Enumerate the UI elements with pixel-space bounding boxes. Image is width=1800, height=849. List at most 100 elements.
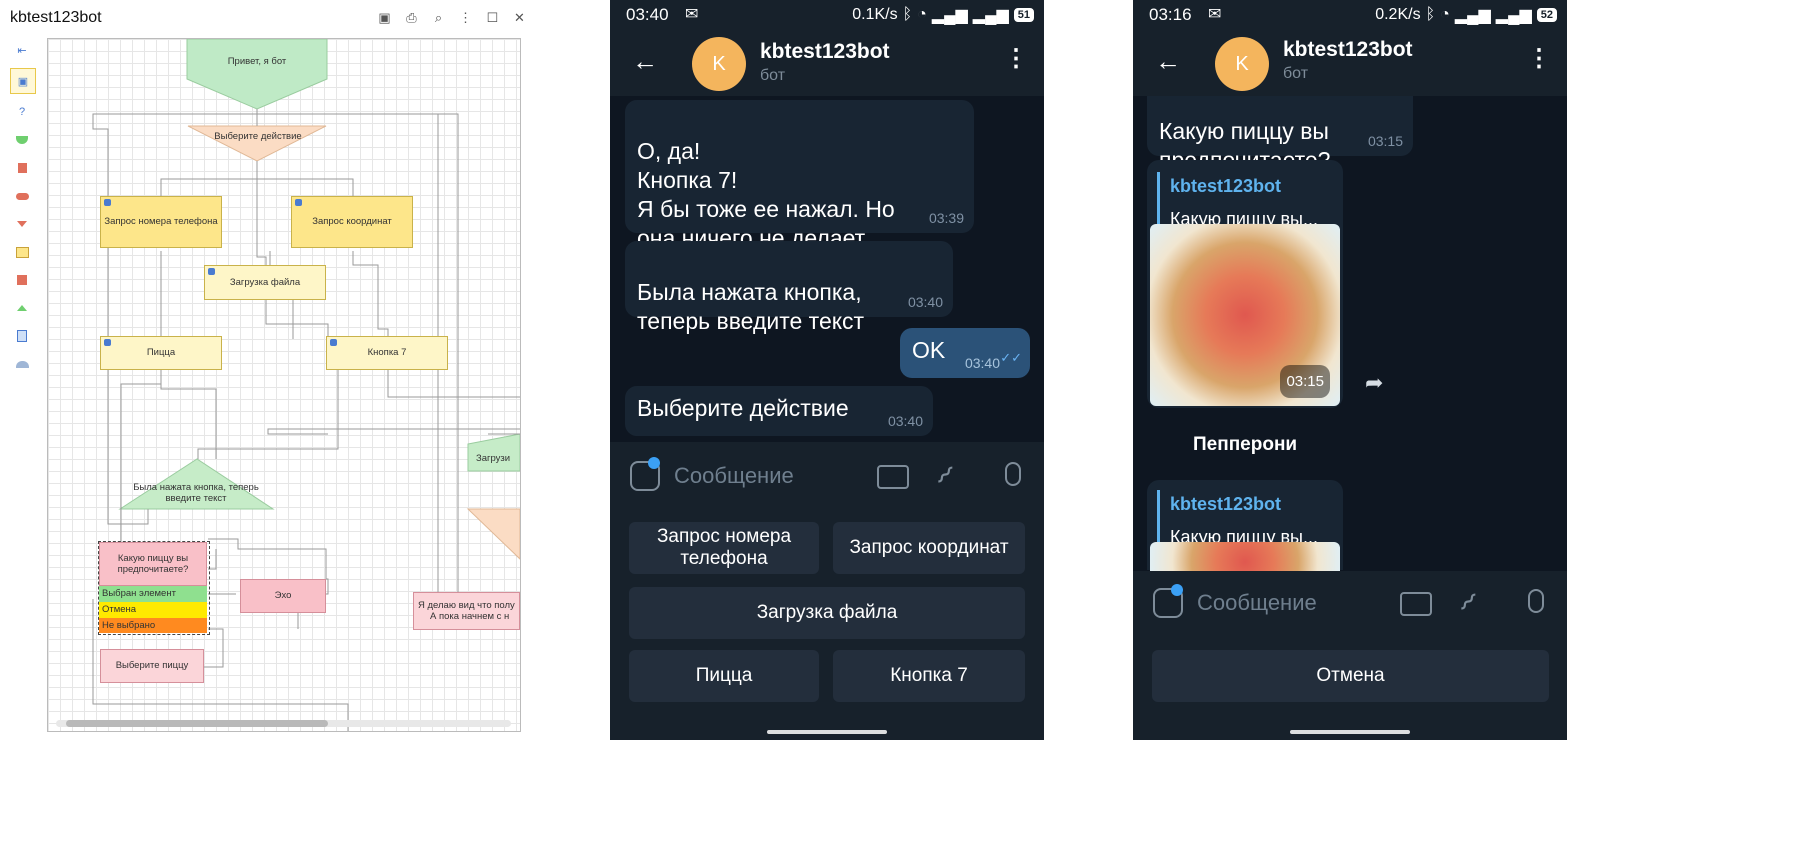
reply-quote-name: kbtest123bot <box>1170 494 1282 514</box>
diagram-canvas[interactable]: Привет, я бот Выберите действие Запрос н… <box>47 38 521 732</box>
node-coords-request-label: Запрос координат <box>312 216 392 228</box>
back-arrow-icon[interactable]: ← <box>1155 46 1181 77</box>
keyboard-icon[interactable] <box>877 465 909 489</box>
photo-message[interactable]: kbtest123bot Какую пиццу вы... 03:15 <box>1147 160 1343 408</box>
signal2-icon: ▂▄▆ <box>1495 7 1532 24</box>
more-icon[interactable]: ⋮ <box>457 9 474 26</box>
chat-name[interactable]: kbtest123bot <box>760 40 890 64</box>
kbd-button-cancel[interactable]: Отмена <box>1152 650 1549 702</box>
user-icon <box>295 199 302 206</box>
node-which-pizza: Какую пиццу вы предпочитаете? <box>99 542 207 586</box>
back-arrow-icon[interactable]: ← <box>632 46 658 77</box>
keyboard-icon[interactable] <box>1400 592 1432 616</box>
node-start[interactable]: Привет, я бот <box>187 47 327 77</box>
node-button7[interactable]: Кнопка 7 <box>326 336 448 370</box>
scrollbar-thumb[interactable] <box>66 720 328 727</box>
message-bubble[interactable]: Была нажата кнопка, теперь введите текст… <box>625 241 953 334</box>
bot-keyboard: Запрос номера телефона Запрос координат … <box>610 510 1044 720</box>
cloud-tool-icon[interactable] <box>10 354 34 374</box>
attach-icon[interactable]: ⌇ <box>929 460 960 491</box>
node-button7-label: Кнопка 7 <box>367 347 407 359</box>
photo-caption: Пепперони <box>1193 434 1298 455</box>
message-input[interactable]: Сообщение <box>1197 590 1317 616</box>
node-phone-request[interactable]: Запрос номера телефона <box>100 196 222 248</box>
bot-keyboard: Отмена <box>1133 637 1567 720</box>
kbd-button-pizza[interactable]: Пицца <box>629 650 819 702</box>
chat-subtitle: бот <box>760 67 786 84</box>
bluetooth-icon: ᛒ <box>902 6 913 23</box>
save-icon[interactable]: ▣ <box>376 9 393 26</box>
print-icon[interactable]: ⎙ <box>403 9 420 26</box>
help-icon[interactable]: ? <box>10 102 34 122</box>
message-time: 03:15 <box>1367 133 1403 149</box>
message-input-bar[interactable]: Сообщение ⌇ <box>610 444 1044 508</box>
message-text: О, да! Кнопка 7! Я бы тоже ее нажал. Но … <box>637 138 895 251</box>
node-upload-cut[interactable]: Загрузи <box>476 452 520 466</box>
option-cancel[interactable]: Отмена <box>99 602 207 618</box>
read-checks-icon: ✓✓ <box>1000 350 1022 365</box>
message-bubble[interactable]: О, да! Кнопка 7! Я бы тоже ее нажал. Но … <box>625 100 974 251</box>
message-input-bar[interactable]: Сообщение ⌇ <box>1133 571 1567 637</box>
mail-icon: ✉ <box>685 6 699 23</box>
signal-icon: ▂▄▆ <box>931 7 968 24</box>
horizontal-scrollbar[interactable] <box>56 720 511 727</box>
maximize-icon[interactable]: ☐ <box>484 9 501 26</box>
home-indicator[interactable] <box>1290 730 1410 734</box>
user-icon <box>208 268 215 275</box>
message-bubble[interactable]: Выберите действие 03:40 <box>625 386 933 436</box>
option-selected[interactable]: Выбран элемент <box>99 586 207 602</box>
kbd-button-coords[interactable]: Запрос координат <box>833 522 1025 574</box>
node-pressed[interactable]: Была нажата кнопка, теперь введите текст <box>126 479 266 507</box>
preview-icon[interactable]: ⌕ <box>430 9 447 26</box>
close-icon[interactable]: ✕ <box>511 9 528 26</box>
node-pretend[interactable]: Я делаю вид что полу А пока начнем с н <box>413 592 520 630</box>
message-bubble-outgoing[interactable]: OK 03:40 ✓✓ <box>900 328 1030 378</box>
node-file-upload-label: Загрузка файла <box>229 276 301 288</box>
attach-icon[interactable]: ⌇ <box>1452 587 1483 618</box>
battery-level: 52 <box>1536 8 1557 22</box>
list-tool-icon[interactable] <box>10 270 34 290</box>
node-file-upload[interactable]: Загрузка файла <box>204 265 326 300</box>
mail-icon: ✉ <box>1208 6 1222 23</box>
wifi-icon: ◔ <box>917 6 927 23</box>
more-vert-icon[interactable]: ⋮ <box>1527 44 1551 73</box>
battery-level: 51 <box>1013 8 1034 22</box>
node-echo[interactable]: Эхо <box>240 579 326 613</box>
panel-tool-icon[interactable] <box>10 326 34 346</box>
phone-screen-2: 03:16 ✉ 0.2K/s ᛒ ◔ ▂▄▆ ▂▄▆ 52 Какую пицц… <box>1133 0 1567 740</box>
phone-screen-1: 03:40 ✉ 0.1K/s ᛒ ◔ ▂▄▆ ▂▄▆ 51 ← K kbtest… <box>610 0 1044 740</box>
action-shape-tool-icon[interactable] <box>10 158 34 178</box>
pizza-photo[interactable]: 03:15 <box>1150 224 1340 406</box>
card-tool-icon[interactable] <box>10 242 34 262</box>
avatar[interactable]: K <box>1215 37 1269 91</box>
home-indicator[interactable] <box>767 730 887 734</box>
node-choose-action[interactable]: Выберите действие <box>198 127 318 147</box>
status-time: 03:16 <box>1149 5 1192 24</box>
option-not-selected[interactable]: Не выбрано <box>99 618 207 633</box>
nav-bar <box>610 720 1044 740</box>
photo-message[interactable]: kbtest123bot Какую пиццу вы... <box>1147 480 1343 582</box>
reply-quote-name: kbtest123bot <box>1170 176 1282 196</box>
status-bar: 03:40 ✉ 0.1K/s ᛒ ◔ ▂▄▆ ▂▄▆ 51 <box>610 0 1044 28</box>
kbd-button-button7[interactable]: Кнопка 7 <box>833 650 1025 702</box>
forward-icon[interactable]: ➦ <box>1365 370 1383 396</box>
up-shape-tool-icon[interactable] <box>10 298 34 318</box>
kbd-button-file[interactable]: Загрузка файла <box>629 587 1025 639</box>
more-vert-icon[interactable]: ⋮ <box>1004 44 1028 73</box>
save-tool-icon[interactable]: ▣ <box>10 68 36 94</box>
node-pizza[interactable]: Пицца <box>100 336 222 370</box>
avatar[interactable]: K <box>692 37 746 91</box>
node-coords-request[interactable]: Запрос координат <box>291 196 413 248</box>
chat-name[interactable]: kbtest123bot <box>1283 38 1413 62</box>
start-shape-tool-icon[interactable] <box>10 130 34 150</box>
triangle-tool-icon[interactable] <box>10 214 34 234</box>
editor-title: kbtest123bot <box>10 9 102 26</box>
mic-icon[interactable] <box>1005 462 1021 486</box>
oval-shape-tool-icon[interactable] <box>10 186 34 206</box>
exit-tool-icon[interactable]: ⇤ <box>10 40 34 60</box>
node-choose-pizza[interactable]: Выберите пиццу <box>100 649 204 683</box>
mic-icon[interactable] <box>1528 589 1544 613</box>
kbd-button-phone[interactable]: Запрос номера телефона <box>629 522 819 574</box>
message-input[interactable]: Сообщение <box>674 463 794 489</box>
node-which-pizza-group[interactable]: Какую пиццу вы предпочитаете? Выбран эле… <box>98 541 210 635</box>
